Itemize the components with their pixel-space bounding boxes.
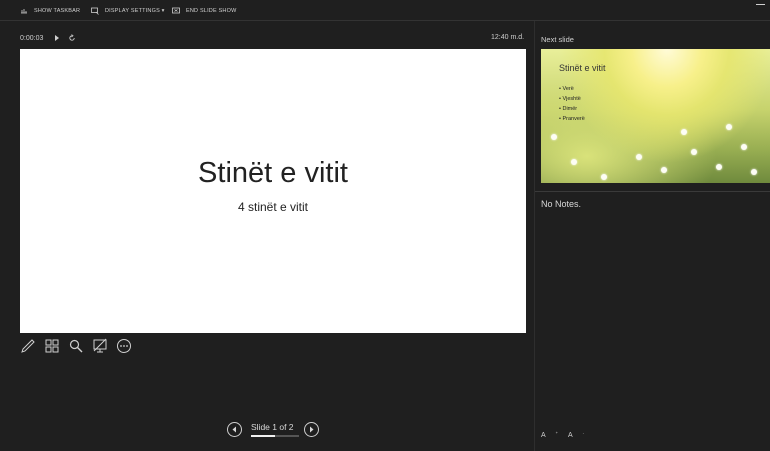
decrease-font-button[interactable]: A- — [568, 430, 584, 439]
next-slide-label: Next slide — [541, 35, 574, 44]
flower-decoration — [661, 167, 667, 173]
flower-decoration — [751, 169, 757, 175]
flower-decoration — [551, 134, 557, 140]
end-show-icon — [172, 7, 180, 14]
play-icon[interactable] — [53, 34, 61, 42]
end-slide-show-label: END SLIDE SHOW — [186, 8, 237, 14]
bullet-item: Vjeshtë — [559, 94, 585, 104]
flower-decoration — [716, 164, 722, 170]
previous-slide-button[interactable] — [227, 422, 242, 437]
show-taskbar-label: SHOW TASKBAR — [34, 8, 81, 14]
taskbar-icon — [21, 9, 27, 14]
black-screen-icon[interactable] — [92, 338, 108, 354]
pane-divider[interactable] — [534, 21, 535, 451]
flower-decoration — [741, 144, 747, 150]
font-size-controls: A + A- — [541, 430, 594, 439]
presenter-toolbar: SHOW TASKBAR DISPLAY SETTINGS ▾ END SLID… — [0, 0, 770, 21]
slide-progress-fill — [251, 435, 275, 437]
flower-decoration — [726, 124, 732, 130]
slide-progress — [251, 435, 299, 437]
end-slide-show-button[interactable]: END SLIDE SHOW — [172, 5, 236, 17]
slide-navigation: Slide 1 of 2 — [226, 421, 326, 439]
flower-decoration — [681, 129, 687, 135]
increase-font-label: A — [541, 432, 546, 440]
slide-subtitle: 4 stinët e vitit — [237, 200, 309, 214]
more-options-icon[interactable] — [116, 338, 132, 354]
see-all-slides-icon[interactable] — [44, 338, 60, 354]
previous-icon — [232, 426, 236, 433]
slide-title: Stinët e vitit — [198, 157, 348, 189]
slide-counter[interactable]: Slide 1 of 2 — [251, 422, 294, 432]
display-settings-button[interactable]: DISPLAY SETTINGS ▾ — [91, 5, 165, 17]
show-taskbar-button[interactable]: SHOW TASKBAR — [20, 5, 80, 17]
reset-icon[interactable] — [68, 34, 76, 42]
next-slide-thumbnail[interactable]: Stinët e vitit Verë Vjeshtë Dimër Pranve… — [541, 49, 770, 183]
display-settings-label: DISPLAY SETTINGS ▾ — [105, 8, 165, 14]
flower-decoration — [601, 174, 607, 180]
zoom-icon[interactable] — [68, 338, 84, 354]
minimize-button[interactable] — [756, 4, 765, 5]
clock: 12:40 m.d. — [491, 34, 525, 41]
current-slide[interactable]: Stinët e vitit 4 stinët e vitit — [20, 49, 526, 333]
flower-decoration — [636, 154, 642, 160]
display-icon — [91, 7, 99, 15]
timer: 0:00:03 — [20, 34, 76, 42]
slide-tools — [20, 338, 140, 354]
increase-font-button[interactable]: A + — [541, 430, 558, 439]
flower-decoration — [571, 159, 577, 165]
flower-decoration — [691, 149, 697, 155]
bullet-item: Pranverë — [559, 114, 584, 124]
bullet-item: Verë — [559, 84, 585, 94]
bullet-item: Dimër — [559, 104, 585, 114]
next-slide-title: Stinët e vitit — [559, 63, 606, 73]
notes-divider — [535, 191, 770, 192]
pen-icon[interactable] — [20, 338, 36, 354]
next-icon — [310, 426, 314, 433]
next-slide-bullets: Verë Vjeshtë Dimër Pranverë — [559, 84, 585, 124]
decrease-font-label: A — [568, 432, 573, 440]
elapsed-time: 0:00:03 — [20, 34, 44, 42]
next-slide-button[interactable] — [304, 422, 319, 437]
speaker-notes[interactable]: No Notes. — [541, 199, 581, 209]
